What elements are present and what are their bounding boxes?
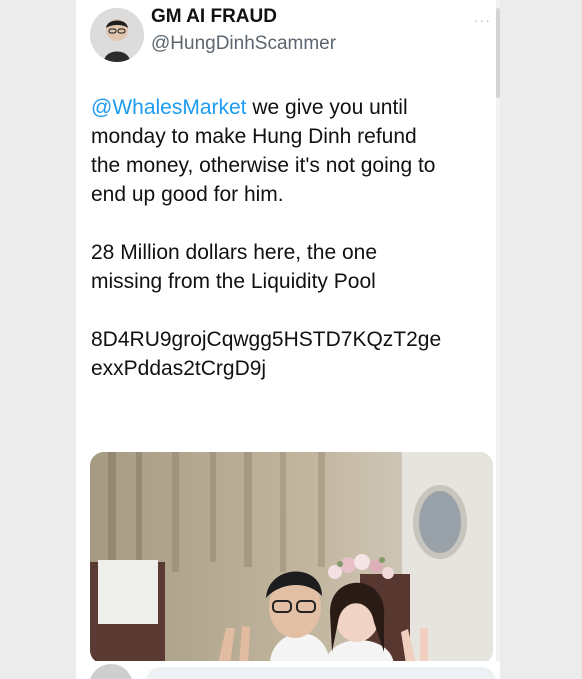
tweet-photo[interactable] (90, 452, 493, 664)
user-handle[interactable]: @HungDinhScammer (151, 33, 336, 55)
reply-input[interactable] (146, 667, 496, 679)
tweet-line-4: end up good for him. (91, 183, 284, 206)
tweet-line-8: exxPddas2tCrgD9j (91, 357, 267, 380)
display-name[interactable]: GM AI FRAUD (151, 6, 277, 28)
tweet-line-7: 8D4RU9grojCqwgg5HSTD7KQzT2ge (91, 328, 442, 351)
scrollbar-thumb[interactable] (496, 8, 500, 98)
tweet-text: @WhalesMarket we give you until monday t… (91, 93, 500, 383)
tweet-line-3: the money, otherwise it's not going to (91, 154, 436, 177)
tweet-line-6: missing from the Liquidity Pool (91, 270, 376, 293)
tweet-line-5: 28 Million dollars here, the one (91, 241, 378, 264)
more-dots-icon[interactable]: ··· (474, 12, 491, 28)
profile-avatar[interactable] (90, 8, 144, 62)
tweet-line-2: monday to make Hung Dinh refund (91, 125, 417, 148)
mention-link[interactable]: @WhalesMarket (91, 96, 247, 119)
tweet-line-1: we give you until (246, 96, 408, 119)
tweet-card: GM AI FRAUD @HungDinhScammer ··· @Whales… (76, 0, 500, 679)
